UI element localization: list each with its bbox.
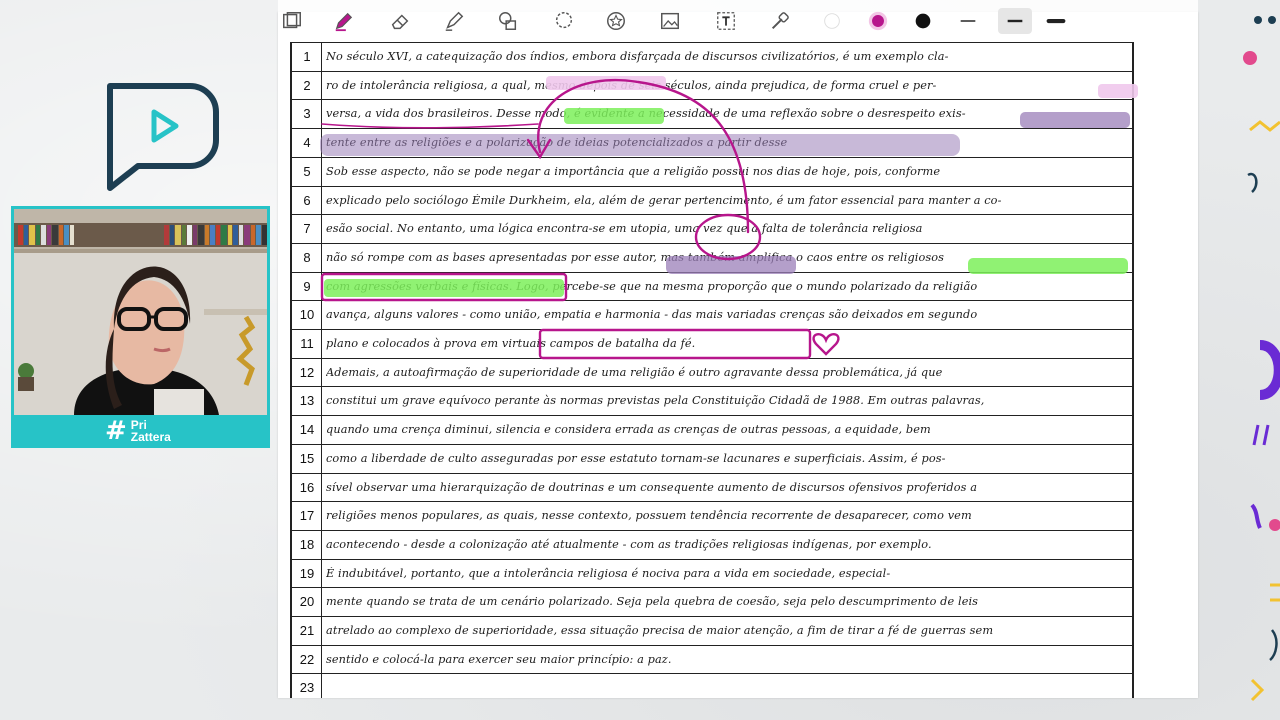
line-text: como a liberdade de culto asseguradas po… bbox=[326, 451, 946, 465]
essay-line: 14 quando uma crença diminui, silencia e … bbox=[292, 415, 1132, 444]
essay-line: 18 acontecendo - desde a colonização até … bbox=[292, 529, 1132, 559]
line-number: 17 bbox=[299, 508, 315, 524]
line-text: ro de intolerância religiosa, a qual, me… bbox=[326, 78, 937, 92]
line-text: explicado pelo sociólogo Émile Durkheim,… bbox=[326, 193, 1002, 207]
essay-line: 5 Sob esse aspecto, não se pode negar a i… bbox=[292, 156, 1132, 186]
line-text: religiões menos populares, as quais, nes… bbox=[326, 509, 972, 523]
line-number: 7 bbox=[303, 221, 311, 237]
color-swatch-magenta[interactable] bbox=[864, 8, 892, 34]
line-text: Sob esse aspecto, não se pode negar a im… bbox=[326, 164, 941, 178]
image-icon[interactable] bbox=[656, 8, 684, 34]
line-number: 16 bbox=[299, 479, 315, 495]
decorative-doodles bbox=[1243, 16, 1280, 702]
line-text: quando uma crença diminui, silencia e co… bbox=[326, 423, 931, 437]
laser-icon[interactable] bbox=[766, 8, 794, 34]
brand-name: Pri Zattera bbox=[130, 418, 171, 444]
essay-line: 16 sível observar uma hierarquização de d… bbox=[292, 472, 1132, 502]
line-text: com agressões verbais e físicas. Logo, p… bbox=[326, 279, 978, 293]
lasso-icon[interactable] bbox=[550, 8, 578, 34]
stroke-thick-icon[interactable] bbox=[1042, 8, 1070, 34]
essay-line: 13 constitui um grave equívoco perante às… bbox=[292, 386, 1132, 415]
line-text: mente quando se trata de um cenário pola… bbox=[326, 595, 979, 609]
webcam-panel: # Pri Zattera bbox=[11, 206, 270, 448]
essay-line: 11 plano e colocados à prova em virtuais … bbox=[292, 329, 1132, 358]
eraser-icon[interactable] bbox=[386, 8, 414, 34]
essay-document[interactable]: 1 No século XVI, a catequização dos índio… bbox=[278, 12, 1198, 698]
line-number: 22 bbox=[299, 651, 315, 667]
essay-line: 7 esão social. No entanto, uma lógica enc… bbox=[292, 214, 1132, 243]
essay-line: 8 não só rompe com as bases apresentadas … bbox=[292, 242, 1132, 272]
essay-line: 10 avança, alguns valores - como união, e… bbox=[292, 300, 1132, 329]
line-number: 9 bbox=[303, 278, 311, 294]
layers-icon[interactable] bbox=[278, 8, 306, 34]
essay-line: 17 religiões menos populares, as quais, n… bbox=[292, 501, 1132, 530]
line-text: versa, a vida dos brasileiros. Desse mod… bbox=[326, 107, 966, 121]
line-number: 11 bbox=[300, 336, 314, 351]
essay-line: 23 bbox=[292, 673, 1132, 698]
line-number: 21 bbox=[299, 623, 315, 638]
line-text: constitui um grave equívoco perante às n… bbox=[326, 394, 985, 408]
hash-mark: # bbox=[105, 416, 127, 446]
line-number: 14 bbox=[299, 422, 315, 438]
stroke-medium-icon[interactable] bbox=[998, 8, 1032, 34]
line-number: 10 bbox=[299, 307, 315, 323]
line-text: esão social. No entanto, uma lógica enco… bbox=[326, 222, 923, 236]
line-text: atrelado ao complexo de superioridade, e… bbox=[326, 624, 994, 637]
essay-line: 15 como a liberdade de culto asseguradas … bbox=[292, 443, 1132, 473]
line-number: 13 bbox=[299, 393, 315, 409]
essay-line: 12 Ademais, a autoafirmação de superiorid… bbox=[292, 357, 1132, 387]
line-number: 20 bbox=[299, 594, 315, 610]
color-swatch-black[interactable] bbox=[909, 8, 937, 34]
text-icon[interactable] bbox=[712, 8, 740, 34]
highlighter-icon[interactable] bbox=[440, 8, 468, 34]
essay-line: 21 atrelado ao complexo de superioridade,… bbox=[292, 616, 1132, 645]
line-number: 23 bbox=[299, 680, 315, 696]
essay-line: 4 tente entre as religiões e a polarizaçã… bbox=[292, 128, 1132, 157]
line-text: plano e colocados à prova em virtuais ca… bbox=[326, 337, 696, 350]
essay-line: 6 explicado pelo sociólogo Émile Durkheim… bbox=[292, 185, 1132, 215]
essay-line: 20 mente quando se trata de um cenário po… bbox=[292, 587, 1132, 616]
line-text: sível observar uma hierarquização de dou… bbox=[326, 480, 978, 494]
line-number: 1 bbox=[303, 49, 311, 64]
color-swatch-white[interactable] bbox=[818, 8, 846, 34]
sticker-icon[interactable] bbox=[602, 8, 630, 34]
line-number: 12 bbox=[299, 364, 315, 380]
brand-label: # Pri Zattera bbox=[105, 416, 171, 446]
essay-line: 22 sentido e colocá-la para exercer seu m… bbox=[292, 644, 1132, 674]
essay-line: 2 ro de intolerância religiosa, a qual, m… bbox=[292, 70, 1132, 100]
essay-line: 19 É indubitável, portanto, que a intoler… bbox=[292, 558, 1132, 588]
drawing-toolbar bbox=[278, 0, 1198, 42]
line-text: não só rompe com as bases apresentadas p… bbox=[326, 250, 945, 264]
lined-sheet: 1 No século XVI, a catequização dos índio… bbox=[290, 42, 1134, 698]
line-number: 8 bbox=[303, 249, 311, 265]
line-number: 6 bbox=[303, 192, 311, 208]
line-number: 2 bbox=[303, 77, 311, 93]
play-chat-logo-icon bbox=[107, 83, 219, 191]
line-text: sentido e colocá-la para exercer seu mai… bbox=[326, 652, 672, 666]
essay-line: 3 versa, a vida dos brasileiros. Desse mo… bbox=[292, 99, 1132, 128]
line-text: acontecendo - desde a colonização até at… bbox=[326, 537, 932, 551]
line-text: tente entre as religiões e a polarização… bbox=[326, 136, 788, 150]
line-text: É indubitável, portanto, que a intolerân… bbox=[326, 566, 891, 580]
essay-line: 9 com agressões verbais e físicas. Logo, … bbox=[292, 271, 1132, 301]
line-number: 15 bbox=[299, 450, 315, 466]
line-number: 19 bbox=[299, 565, 315, 581]
shapes-icon[interactable] bbox=[494, 8, 522, 34]
line-number: 5 bbox=[303, 163, 311, 179]
webcam-video bbox=[14, 209, 267, 415]
line-number: 4 bbox=[303, 135, 311, 151]
stroke-thin-icon[interactable] bbox=[954, 8, 982, 34]
pen-icon[interactable] bbox=[330, 8, 358, 34]
line-number: 3 bbox=[303, 106, 311, 122]
line-text: No século XVI, a catequização dos índios… bbox=[326, 50, 949, 63]
essay-line: 1 No século XVI, a catequização dos índio… bbox=[292, 42, 1132, 71]
line-text: avança, alguns valores - como união, emp… bbox=[326, 308, 978, 322]
line-number: 18 bbox=[299, 536, 315, 552]
line-text: Ademais, a autoafirmação de superioridad… bbox=[326, 365, 943, 379]
